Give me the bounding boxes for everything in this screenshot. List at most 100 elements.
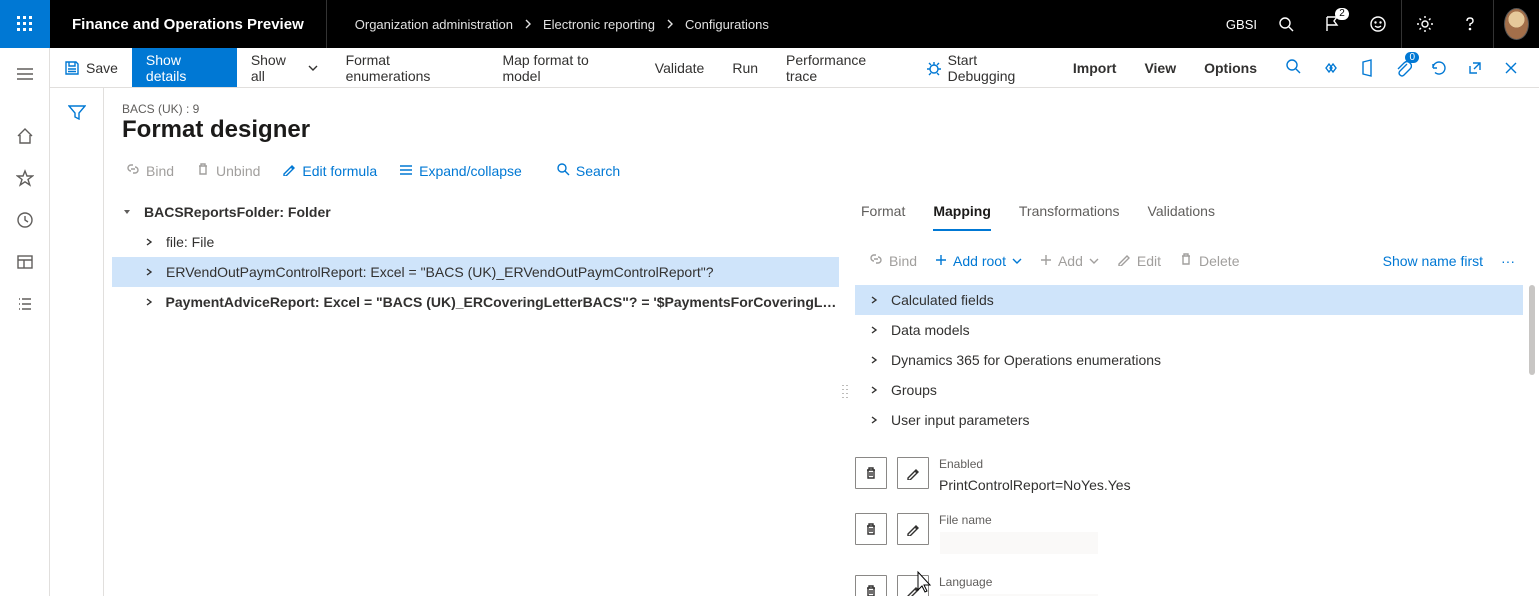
- grip-icon: [842, 383, 848, 403]
- tab-validations[interactable]: Validations: [1148, 203, 1215, 231]
- home-icon: [16, 127, 34, 145]
- start-debugging-button[interactable]: Start Debugging: [912, 48, 1059, 87]
- edit-formula-button[interactable]: [897, 457, 929, 489]
- user-menu[interactable]: [1493, 0, 1539, 48]
- refresh-button[interactable]: [1423, 52, 1455, 84]
- tree-node[interactable]: file: File: [112, 227, 839, 257]
- mapping-panel: Format Mapping Transformations Validatio…: [851, 189, 1539, 596]
- nav-hamburger[interactable]: [7, 60, 43, 88]
- feedback-button[interactable]: [1355, 0, 1401, 48]
- nav-home[interactable]: [7, 122, 43, 150]
- app-launcher[interactable]: [0, 0, 50, 48]
- breadcrumb-item[interactable]: Electronic reporting: [543, 17, 655, 32]
- delete-formula-button[interactable]: [855, 457, 887, 489]
- link-button[interactable]: [1315, 52, 1347, 84]
- breadcrumb-item[interactable]: Organization administration: [355, 17, 513, 32]
- trash-icon: [864, 522, 878, 536]
- run-button[interactable]: Run: [718, 48, 772, 87]
- nav-workspaces[interactable]: [7, 248, 43, 276]
- search-button[interactable]: [1263, 0, 1309, 48]
- caret-right-icon: [855, 355, 883, 365]
- tree-node[interactable]: ERVendOutPaymControlReport: Excel = "BAC…: [112, 257, 839, 287]
- property-value: PrintControlReport=NoYes.Yes: [939, 475, 1131, 493]
- add-button[interactable]: Add: [1032, 249, 1107, 273]
- notification-badge: 2: [1335, 8, 1349, 20]
- edit-formula-button[interactable]: Edit formula: [272, 158, 387, 183]
- edit-formula-button[interactable]: [897, 575, 929, 596]
- file-name-input[interactable]: [939, 531, 1099, 555]
- add-root-button[interactable]: Add root: [927, 249, 1030, 273]
- company-picker[interactable]: GBSI: [1226, 17, 1263, 32]
- edit-formula-button[interactable]: [897, 513, 929, 545]
- more-icon: ···: [1501, 253, 1515, 269]
- bind-button[interactable]: Bind: [116, 158, 184, 183]
- unbind-button[interactable]: Unbind: [186, 158, 270, 183]
- show-name-first-button[interactable]: Show name first: [1375, 249, 1491, 273]
- nav-favorites[interactable]: [7, 164, 43, 192]
- commandbar-search[interactable]: [1271, 48, 1315, 87]
- caret-right-icon: [140, 297, 158, 307]
- bug-icon: [926, 60, 942, 76]
- performance-trace-button[interactable]: Performance trace: [772, 48, 912, 87]
- mapping-toolbar: Bind Add root Add Edit: [855, 232, 1523, 281]
- settings-button[interactable]: [1401, 0, 1447, 48]
- save-button[interactable]: Save: [50, 48, 132, 87]
- nav-modules[interactable]: [7, 290, 43, 318]
- property-language: Language: [855, 575, 1523, 596]
- office-icon: [1360, 59, 1374, 77]
- waffle-icon: [17, 16, 33, 32]
- attachments-badge: 0: [1405, 52, 1419, 63]
- delete-formula-button[interactable]: [855, 575, 887, 596]
- edit-icon: [282, 162, 296, 179]
- popout-button[interactable]: [1459, 52, 1491, 84]
- chevron-down-icon: [308, 60, 318, 76]
- breadcrumb-item[interactable]: Configurations: [685, 17, 769, 32]
- show-details-label: Show details: [146, 52, 223, 84]
- data-source-item[interactable]: Calculated fields: [855, 285, 1523, 315]
- chevron-down-icon: [1012, 253, 1022, 269]
- filter-pane-toggle[interactable]: [50, 88, 104, 596]
- search-icon: [1285, 58, 1301, 77]
- format-toolbar: Bind Unbind Edit formula Expand/collapse…: [104, 144, 1539, 189]
- delete-formula-button[interactable]: [855, 513, 887, 545]
- content: BACS (UK) : 9 Format designer Bind Unbin…: [50, 88, 1539, 596]
- tree-root[interactable]: BACSReportsFolder: Folder: [112, 197, 839, 227]
- import-button[interactable]: Import: [1059, 48, 1131, 87]
- save-icon: [64, 60, 80, 76]
- map-delete-button[interactable]: Delete: [1171, 248, 1247, 273]
- show-details-button[interactable]: Show details: [132, 48, 237, 87]
- close-button[interactable]: [1495, 52, 1527, 84]
- property-file-name: File name: [855, 513, 1523, 555]
- tab-format[interactable]: Format: [861, 203, 905, 231]
- help-button[interactable]: [1447, 0, 1493, 48]
- tab-transformations[interactable]: Transformations: [1019, 203, 1120, 231]
- data-source-item[interactable]: Groups: [855, 375, 1523, 405]
- filter-icon: [68, 104, 86, 120]
- scrollbar[interactable]: [1529, 285, 1535, 375]
- expand-collapse-button[interactable]: Expand/collapse: [389, 159, 532, 183]
- app-title: Finance and Operations Preview: [50, 0, 327, 48]
- format-enumerations-button[interactable]: Format enumerations: [332, 48, 489, 87]
- validate-button[interactable]: Validate: [641, 48, 719, 87]
- tab-mapping[interactable]: Mapping: [933, 203, 991, 231]
- show-all-button[interactable]: Show all: [237, 48, 332, 87]
- view-button[interactable]: View: [1130, 48, 1190, 87]
- data-source-item[interactable]: Data models: [855, 315, 1523, 345]
- splitter[interactable]: [839, 189, 851, 596]
- options-button[interactable]: Options: [1190, 48, 1271, 87]
- edit-icon: [906, 466, 920, 480]
- data-source-item[interactable]: Dynamics 365 for Operations enumerations: [855, 345, 1523, 375]
- nav-recent[interactable]: [7, 206, 43, 234]
- more-button[interactable]: ···: [1493, 249, 1523, 273]
- map-bind-button[interactable]: Bind: [861, 248, 925, 273]
- caret-right-icon: [855, 295, 883, 305]
- attachments-button[interactable]: 0: [1387, 52, 1419, 84]
- map-format-to-model-button[interactable]: Map format to model: [488, 48, 640, 87]
- map-edit-button[interactable]: Edit: [1109, 248, 1169, 273]
- tree-search-button[interactable]: Search: [546, 158, 630, 183]
- notifications-button[interactable]: 2: [1309, 0, 1355, 48]
- office-button[interactable]: [1351, 52, 1383, 84]
- data-source-item[interactable]: User input parameters: [855, 405, 1523, 435]
- trash-icon: [864, 584, 878, 596]
- tree-node[interactable]: PaymentAdviceReport: Excel = "BACS (UK)_…: [112, 287, 839, 317]
